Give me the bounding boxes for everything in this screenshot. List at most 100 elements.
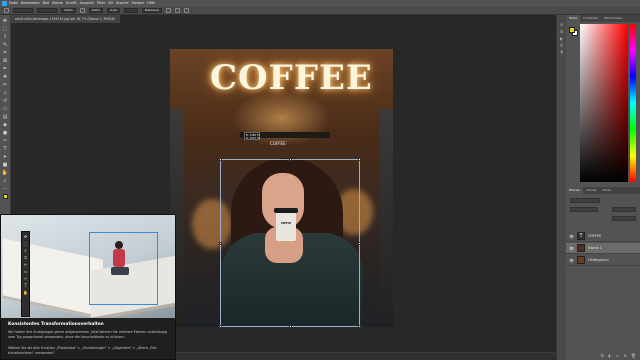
fx-icon[interactable]: fx [601, 353, 605, 358]
transform-handle-bl[interactable] [219, 325, 222, 328]
panel-icon-strip: ◷ ☰ ◐ A ¶ [556, 15, 566, 360]
link-icon[interactable] [79, 8, 85, 13]
width-field[interactable]: 100% [61, 8, 76, 13]
character-panel-icon[interactable]: A [559, 44, 564, 48]
adjustments-panel-icon[interactable]: ◐ [559, 37, 564, 41]
heal-tool-icon[interactable]: ✚ [2, 74, 9, 80]
blur-tool-icon[interactable]: ◆ [2, 122, 9, 128]
layer-thumbnail [577, 256, 586, 264]
more-tools-icon[interactable]: ⋯ [2, 186, 9, 192]
menu-schrift[interactable]: Schrift [66, 1, 77, 6]
transform-handle-r[interactable] [358, 242, 361, 245]
opacity-field[interactable] [612, 207, 636, 212]
move-tool-icon[interactable]: ✥ [2, 18, 9, 24]
gradient-tool-icon[interactable]: ▤ [2, 114, 9, 120]
tab-pfade[interactable]: Pfade [599, 187, 613, 194]
brush-tool-icon[interactable]: ✏ [2, 82, 9, 88]
tab-kanaele[interactable]: Kanäle [583, 187, 599, 194]
photoshop-logo-icon[interactable] [2, 1, 7, 6]
tip-toolbar: ✥ ⬚ ℓ ⌗ ✏ ▭ ✑ T ✋ [21, 231, 30, 317]
tip-hand-icon: ✋ [23, 290, 28, 295]
tab-farbfelder[interactable]: Farbfelder [580, 15, 601, 22]
skew-field[interactable] [123, 8, 138, 13]
transform-handle-tr[interactable] [358, 158, 361, 161]
lasso-tool-icon[interactable]: ℓ [2, 34, 9, 40]
layer-filter-select[interactable] [570, 198, 600, 203]
layer-row-hintergrund[interactable]: 👁 Hintergrund [566, 255, 640, 266]
layers-panel-tabs: Ebenen Kanäle Pfade [566, 187, 640, 194]
transform-size-tooltip: B: 1380 Px H: 1627 Px [244, 132, 261, 140]
tab-farbe[interactable]: Farbe [566, 15, 581, 22]
tab-bibliotheken[interactable]: Bibliotheken [601, 15, 626, 22]
angle-field[interactable]: 0,00 [107, 8, 120, 13]
foreground-color-swatch[interactable] [2, 194, 8, 199]
stamp-tool-icon[interactable]: ⊥ [2, 90, 9, 96]
paragraph-panel-icon[interactable]: ¶ [559, 51, 564, 55]
menu-datei[interactable]: Datei [9, 1, 18, 6]
x-field[interactable] [13, 8, 33, 13]
menu-filter[interactable]: Filter [97, 1, 105, 6]
group-icon[interactable]: ▭ [616, 353, 620, 358]
cancel-transform-icon[interactable] [175, 8, 181, 13]
marquee-tool-icon[interactable]: ⬚ [2, 26, 9, 32]
fill-field[interactable] [612, 216, 636, 221]
warp-icon[interactable] [166, 8, 172, 13]
tip-type-icon: T [24, 283, 27, 288]
dodge-tool-icon[interactable]: ● [2, 130, 9, 136]
menu-ebene[interactable]: Ebene [52, 1, 63, 6]
document-tab[interactable]: adult-alley-beverage-1749310.jpg bei 16,… [11, 15, 121, 23]
visibility-eye-icon[interactable]: 👁 [569, 258, 574, 263]
color-picker-field[interactable] [580, 24, 628, 182]
hue-slider[interactable] [630, 24, 636, 182]
history-panel-icon[interactable]: ◷ [559, 23, 564, 27]
eyedropper-tool-icon[interactable]: ✒ [2, 66, 9, 72]
y-field[interactable] [37, 8, 57, 13]
zoom-tool-icon[interactable]: ⌕ [2, 178, 9, 184]
commit-transform-icon[interactable] [184, 8, 190, 13]
layer-name: Ebene 1 [588, 246, 602, 250]
free-transform-box[interactable] [219, 158, 361, 328]
trash-icon[interactable]: 🗑 [631, 353, 636, 358]
transform-handle-tl[interactable] [219, 158, 222, 161]
tip-brush-icon: ✏ [23, 262, 28, 267]
interpolation-select[interactable]: Bikubisch [141, 8, 163, 13]
type-tool-icon[interactable]: T [2, 146, 9, 152]
tip-crop-icon: ⌗ [24, 255, 27, 260]
transform-handle-br[interactable] [358, 325, 361, 328]
menu-fenster[interactable]: Fenster [132, 1, 145, 6]
properties-panel-icon[interactable]: ☰ [559, 30, 564, 34]
menu-bild[interactable]: Bild [43, 1, 49, 6]
foreground-color-chip[interactable] [569, 27, 575, 33]
menu-3d[interactable]: 3D [108, 1, 113, 6]
pen-tool-icon[interactable]: ✑ [2, 138, 9, 144]
hand-tool-icon[interactable]: ✋ [2, 170, 9, 176]
new-layer-icon[interactable]: ⊕ [624, 353, 627, 358]
tip-lasso-icon: ℓ [24, 248, 27, 253]
tip-marquee-icon: ⬚ [23, 241, 28, 246]
reference-point-icon[interactable] [4, 8, 9, 13]
menu-hilfe[interactable]: Hilfe [147, 1, 155, 6]
adjustment-layer-icon[interactable]: ◐ [608, 353, 612, 358]
frame-tool-icon[interactable]: ⊠ [2, 58, 9, 64]
history-brush-tool-icon[interactable]: ↺ [2, 98, 9, 104]
tip-body-text-2: Wählen Sie die alte Funktion „Photoshop“… [8, 346, 157, 355]
shape-tool-icon[interactable]: ■ [2, 162, 9, 168]
layer-row-coffee[interactable]: 👁 T COFFEE [566, 231, 640, 242]
visibility-eye-icon[interactable]: 👁 [569, 246, 574, 251]
transform-handle-l[interactable] [219, 242, 222, 245]
visibility-eye-icon[interactable]: 👁 [569, 234, 574, 239]
path-select-tool-icon[interactable]: ➤ [2, 154, 9, 160]
eraser-tool-icon[interactable]: ▭ [2, 106, 9, 112]
transform-handle-t[interactable] [289, 158, 292, 161]
layer-row-ebene-1[interactable]: 👁 Ebene 1 [566, 243, 640, 254]
height-field[interactable]: 100% [88, 8, 104, 13]
quick-select-tool-icon[interactable]: ✎ [2, 42, 9, 48]
tab-ebenen[interactable]: Ebenen [566, 187, 584, 194]
menu-ansicht[interactable]: Ansicht [116, 1, 129, 6]
menu-bearbeiten[interactable]: Bearbeiten [21, 1, 40, 6]
menu-auswahl[interactable]: Auswahl [80, 1, 94, 6]
crop-tool-icon[interactable]: ⌗ [2, 50, 9, 56]
transform-handle-b[interactable] [289, 325, 292, 328]
blend-mode-select[interactable] [570, 207, 598, 212]
layer-thumbnail [577, 244, 586, 252]
